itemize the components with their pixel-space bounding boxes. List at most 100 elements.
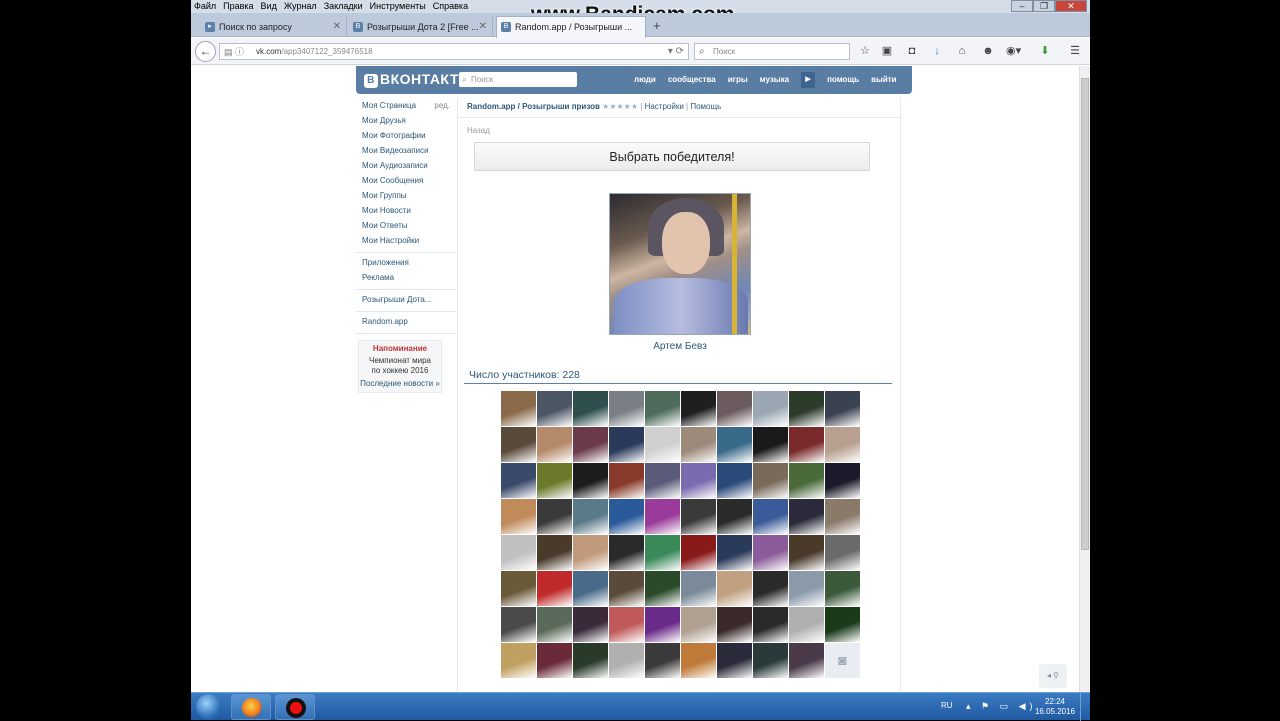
reload-icon[interactable]: ▾ ⟳	[668, 44, 684, 60]
taskbar-firefox[interactable]	[231, 694, 271, 720]
participant-avatar[interactable]	[501, 607, 536, 642]
nav-games[interactable]: игры	[722, 66, 754, 94]
clipboard-icon[interactable]: ▣	[880, 44, 894, 58]
participant-avatar[interactable]	[537, 571, 572, 606]
participant-avatar[interactable]	[717, 535, 752, 570]
winner-photo[interactable]	[609, 193, 751, 335]
sidebar-item-my-page[interactable]: Моя Страница ред.	[356, 98, 456, 113]
browser-search-input[interactable]: ⌕ Поиск	[694, 43, 850, 60]
participant-avatar[interactable]	[681, 571, 716, 606]
back-link[interactable]: Назад	[467, 126, 490, 135]
address-bar[interactable]: ▤ ⓘ vk.com/app3407122_359476518 ▾ ⟳	[219, 43, 689, 60]
help-link[interactable]: Помощь	[690, 102, 721, 111]
participant-avatar[interactable]	[753, 571, 788, 606]
back-arrow-icon[interactable]: ←	[195, 41, 216, 62]
participant-avatar[interactable]	[645, 499, 680, 534]
close-tab-icon[interactable]: ✕	[479, 17, 487, 37]
vertical-scrollbar[interactable]	[1079, 66, 1090, 692]
participant-avatar[interactable]	[681, 427, 716, 462]
participant-avatar[interactable]	[789, 607, 824, 642]
sidebar-item-photos[interactable]: Мои Фотографии	[356, 128, 456, 143]
vpn-icon[interactable]: ◉▾	[1006, 44, 1021, 58]
nav-help[interactable]: помощь	[821, 66, 865, 94]
participant-avatar[interactable]	[825, 571, 860, 606]
participant-avatar[interactable]	[789, 571, 824, 606]
participant-avatar[interactable]	[717, 463, 752, 498]
participant-avatar[interactable]	[789, 499, 824, 534]
participant-avatar[interactable]	[717, 427, 752, 462]
settings-link[interactable]: Настройки	[645, 102, 684, 111]
participant-avatar[interactable]	[573, 535, 608, 570]
bookmark-star-icon[interactable]: ☆	[858, 44, 872, 58]
participant-avatar[interactable]	[645, 571, 680, 606]
participant-avatar[interactable]	[537, 643, 572, 678]
participant-avatar[interactable]	[753, 643, 788, 678]
participant-avatar[interactable]	[717, 571, 752, 606]
participant-avatar[interactable]	[573, 463, 608, 498]
participant-avatar[interactable]	[717, 607, 752, 642]
sidebar-item-messages[interactable]: Мои Сообщения	[356, 173, 456, 188]
participant-avatar[interactable]	[609, 499, 644, 534]
sidebar-item-audio[interactable]: Мои Аудиозаписи	[356, 158, 456, 173]
nav-logout[interactable]: выйти	[865, 66, 903, 94]
close-tab-icon[interactable]: ✕	[333, 17, 341, 37]
sidebar-item-apps[interactable]: Приложения	[356, 255, 456, 270]
menu-file[interactable]: Файл	[191, 0, 220, 11]
sidebar-item-groups[interactable]: Мои Группы	[356, 188, 456, 203]
clock[interactable]: 22:24 16.05.2016	[1035, 697, 1075, 717]
show-desktop-button[interactable]	[1080, 693, 1090, 721]
participant-avatar[interactable]	[609, 463, 644, 498]
participant-avatar[interactable]	[825, 391, 860, 426]
download-icon[interactable]: ↓	[930, 44, 944, 58]
participant-avatar[interactable]	[573, 499, 608, 534]
participant-avatar[interactable]	[573, 427, 608, 462]
new-tab-icon[interactable]: +	[653, 18, 661, 33]
participant-avatar[interactable]	[825, 535, 860, 570]
participant-avatar[interactable]	[681, 463, 716, 498]
participant-avatar[interactable]	[825, 463, 860, 498]
participant-avatar[interactable]	[789, 643, 824, 678]
sidebar-item-answers[interactable]: Мои Ответы	[356, 218, 456, 233]
close-icon[interactable]: ✕	[1055, 0, 1087, 12]
sidebar-item-news[interactable]: Мои Новости	[356, 203, 456, 218]
participant-avatar[interactable]	[537, 499, 572, 534]
participant-avatar[interactable]	[645, 391, 680, 426]
participant-avatar[interactable]	[825, 499, 860, 534]
participant-avatar[interactable]	[825, 427, 860, 462]
tab-random-app[interactable]: B Random.app / Розыгрыши ...	[496, 16, 646, 38]
scroll-up-button[interactable]: ◂ ⚲	[1039, 664, 1067, 688]
menu-history[interactable]: Журнал	[281, 0, 321, 11]
tab-dota[interactable]: B Розыгрыши Дота 2 [Free ... ✕	[349, 17, 493, 37]
hamburger-menu-icon[interactable]: ☰	[1068, 44, 1082, 58]
participant-avatar[interactable]	[537, 391, 572, 426]
participant-avatar[interactable]	[573, 643, 608, 678]
play-icon[interactable]: ▶	[801, 72, 816, 88]
nav-communities[interactable]: сообщества	[662, 66, 722, 94]
winner-name-link[interactable]: Артем Бевз	[609, 341, 751, 352]
download-green-icon[interactable]: ⬇	[1038, 44, 1052, 58]
participant-avatar[interactable]	[753, 463, 788, 498]
pick-winner-button[interactable]: Выбрать победителя!	[474, 142, 870, 171]
participant-avatar[interactable]	[789, 427, 824, 462]
menu-help[interactable]: Справка	[430, 0, 472, 11]
participant-avatar[interactable]	[789, 391, 824, 426]
participant-avatar[interactable]	[753, 391, 788, 426]
page-info-icon[interactable]: ▤ ⓘ	[224, 44, 244, 60]
scrollbar-thumb[interactable]	[1081, 78, 1089, 550]
participant-avatar[interactable]	[573, 607, 608, 642]
participant-avatar[interactable]	[789, 535, 824, 570]
participant-avatar[interactable]	[681, 499, 716, 534]
participant-avatar[interactable]	[501, 571, 536, 606]
camera-icon[interactable]: ◙	[825, 643, 860, 678]
participant-avatar[interactable]	[645, 463, 680, 498]
participant-avatar[interactable]	[501, 499, 536, 534]
app-title-link[interactable]: Random.app / Розыгрыши призов	[467, 102, 600, 111]
chat-icon[interactable]: ☻	[981, 44, 995, 58]
tray-icons[interactable]: ▴ ⚑ ▭ ◀)	[966, 701, 1037, 712]
sidebar-item-random-app[interactable]: Random.app	[356, 314, 456, 329]
menu-edit[interactable]: Правка	[220, 0, 257, 11]
sidebar-item-videos[interactable]: Мои Видеозаписи	[356, 143, 456, 158]
language-indicator[interactable]: RU	[941, 701, 953, 710]
vk-search-input[interactable]: Поиск	[459, 72, 577, 87]
participant-avatar[interactable]	[501, 535, 536, 570]
